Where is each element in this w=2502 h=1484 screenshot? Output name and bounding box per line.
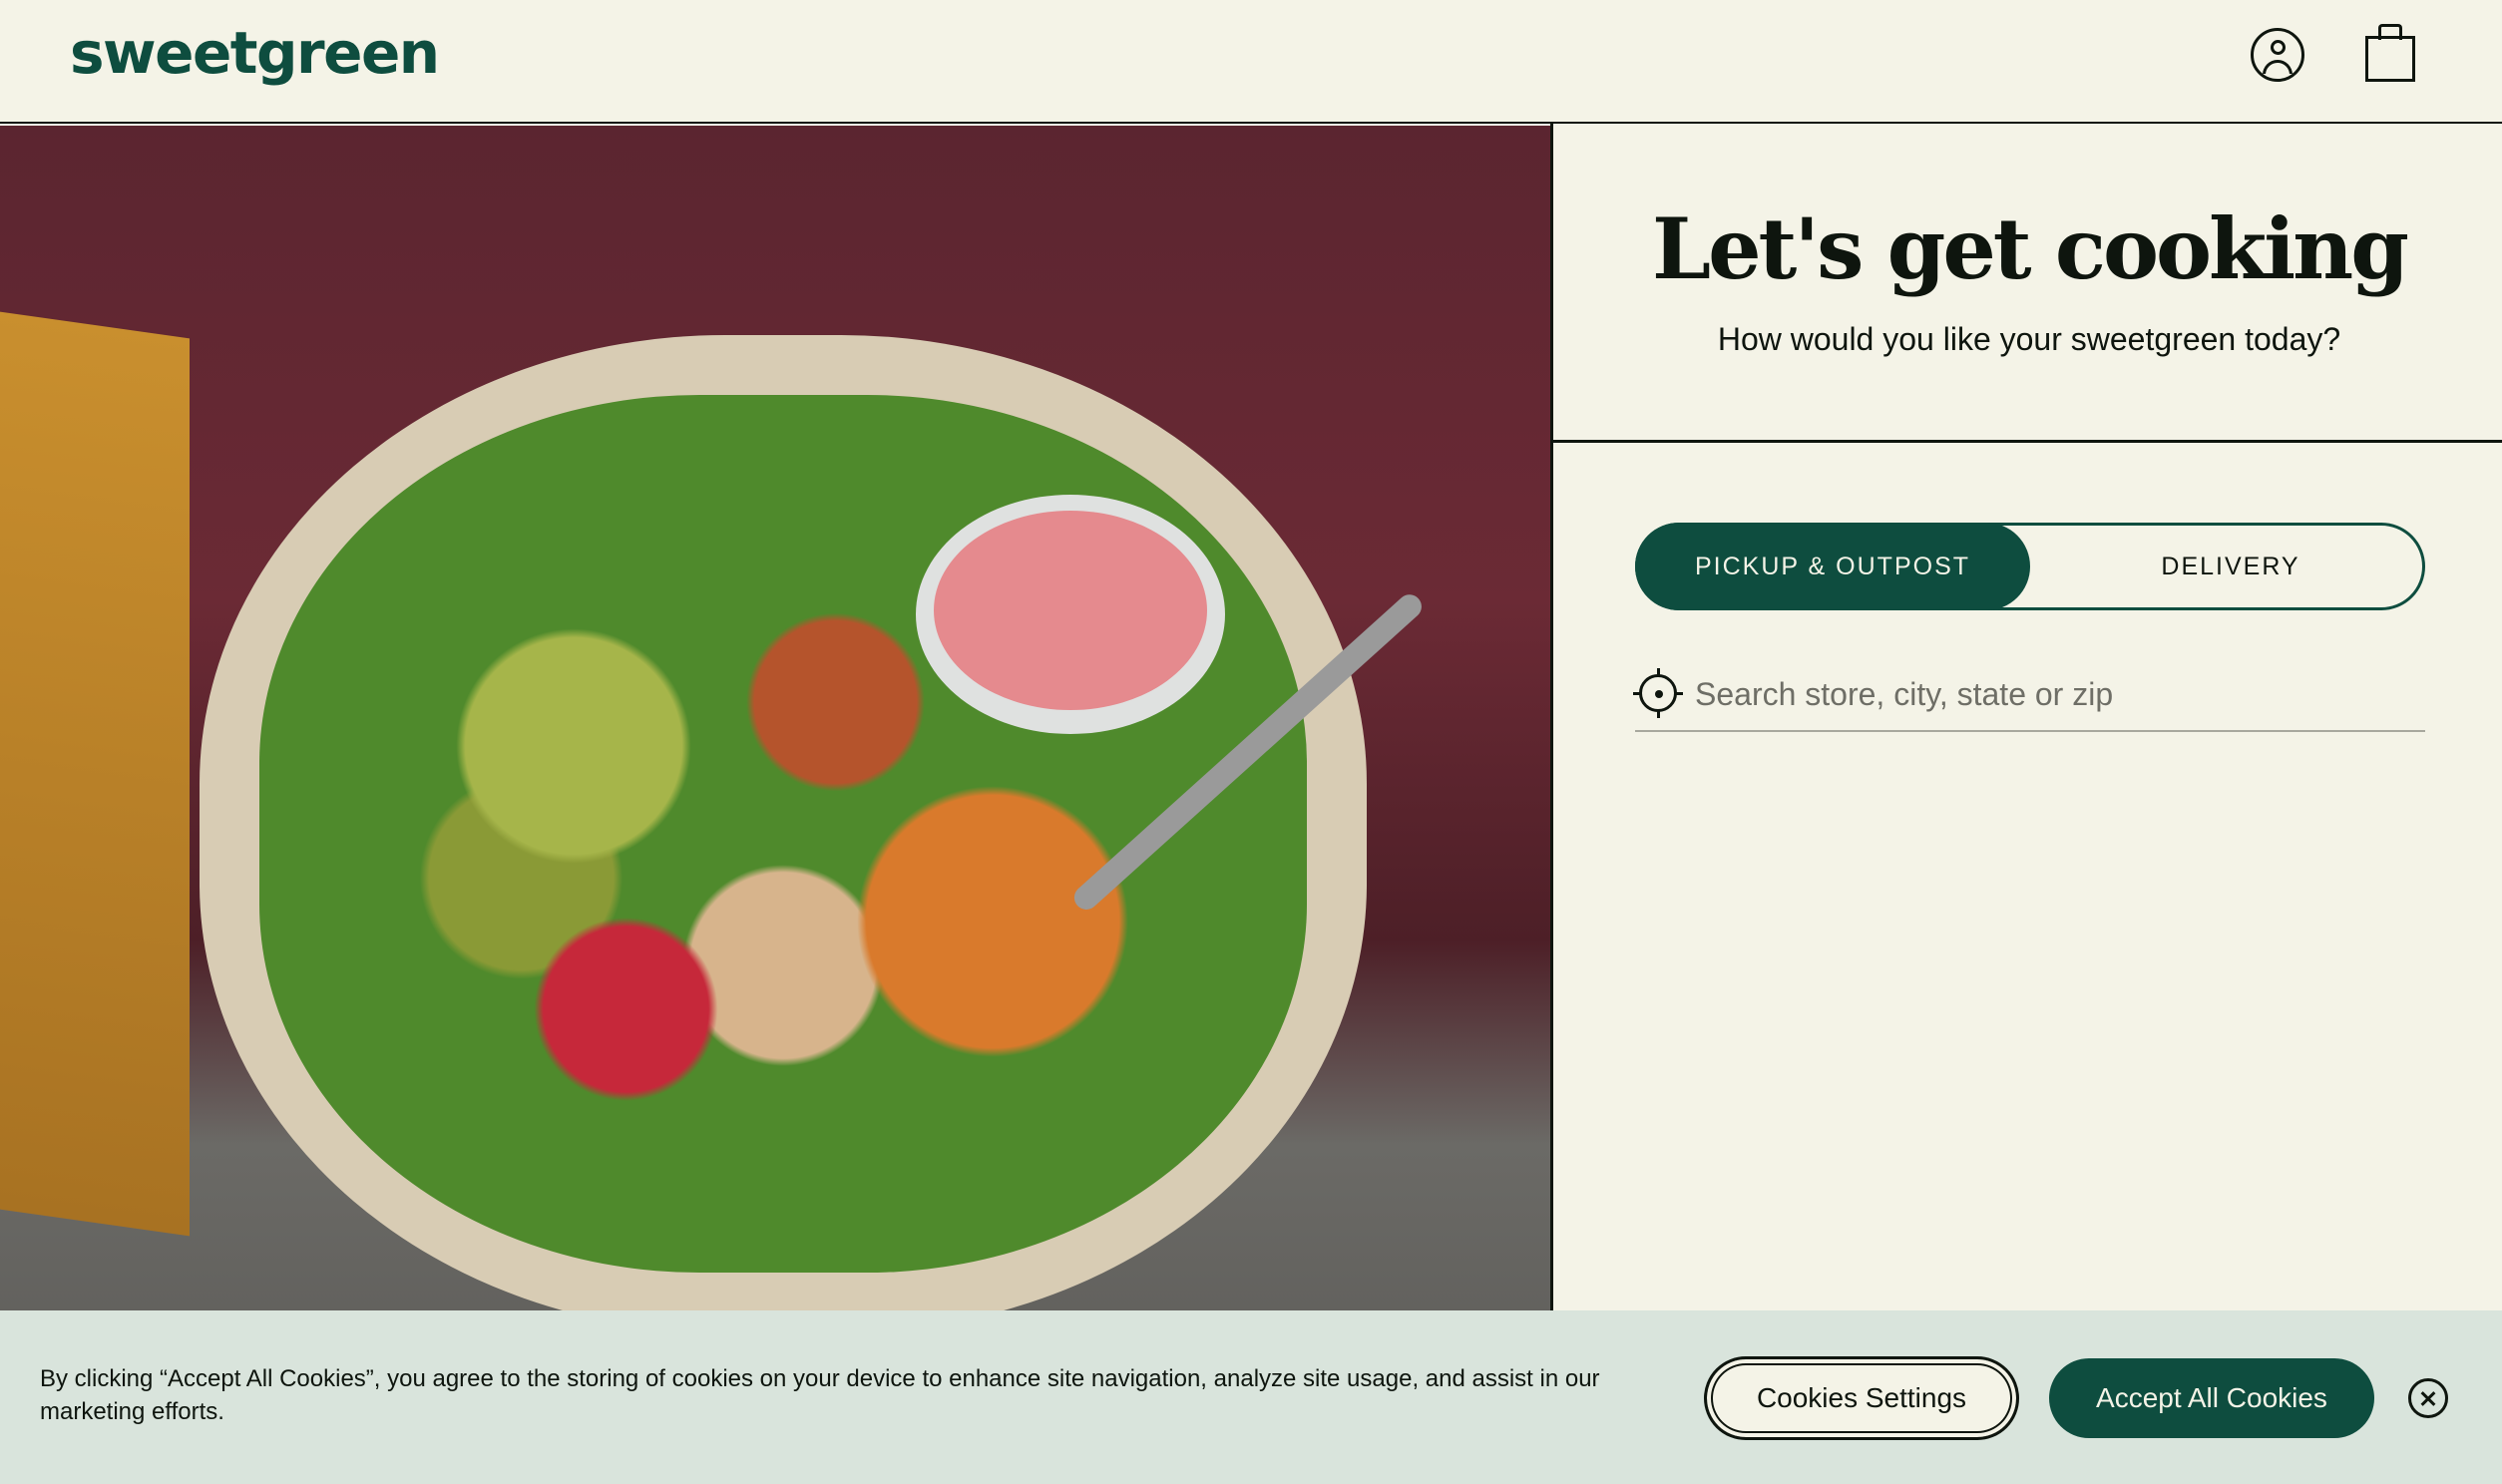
cookie-text: By clicking “Accept All Cookies”, you ag… (40, 1365, 1600, 1425)
cookie-banner: By clicking “Accept All Cookies”, you ag… (0, 1310, 2502, 1484)
accept-all-cookies-button[interactable]: Accept All Cookies (2049, 1358, 2374, 1438)
pickup-outpost-tab[interactable]: PICKUP & OUTPOST (1635, 523, 2030, 610)
shopping-bag-icon[interactable] (2362, 22, 2418, 84)
panel-heading: Let's get cooking How would you like you… (1553, 124, 2502, 443)
order-type-toggle: PICKUP & OUTPOST DELIVERY (1635, 523, 2425, 610)
location-search (1633, 660, 2425, 732)
site-header: sweetgreen (0, 0, 2502, 124)
account-icon[interactable] (2251, 28, 2304, 82)
close-icon[interactable] (2408, 1378, 2448, 1418)
delivery-tab[interactable]: DELIVERY (2033, 523, 2428, 610)
search-input[interactable] (1695, 670, 2413, 718)
logo[interactable]: sweetgreen (70, 18, 440, 88)
locate-icon[interactable] (1633, 668, 1683, 718)
cookies-settings-button[interactable]: Cookies Settings (1704, 1356, 2019, 1440)
order-panel: Let's get cooking How would you like you… (1550, 124, 2502, 1484)
page-subtitle: How would you like your sweetgreen today… (1717, 321, 2341, 357)
hero-image (0, 126, 1550, 1484)
page-title: Let's get cooking (1652, 199, 2409, 298)
